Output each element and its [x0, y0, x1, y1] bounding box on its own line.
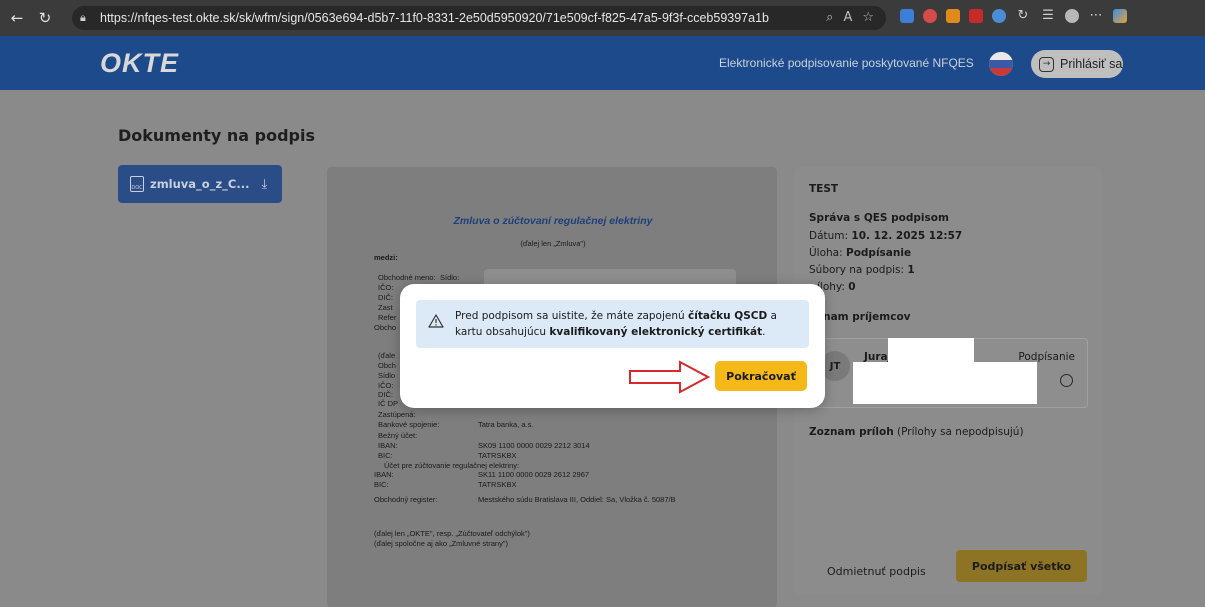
url-text[interactable]: https://nfqes-test.okte.sk/sk/wfm/sign/0…	[100, 11, 769, 25]
browser-toolbar: ← ↻ 🔒︎ https://nfqes-test.okte.sk/sk/wfm…	[0, 0, 1205, 36]
files-value: 1	[907, 264, 915, 276]
login-button[interactable]: → Prihlásiť sa	[1031, 50, 1123, 78]
favorite-icon[interactable]: ☆	[862, 10, 874, 25]
download-icon[interactable]: ⤓	[261, 177, 267, 192]
files-row: Súbory na podpis: 1	[809, 264, 915, 276]
info-alert: Pred podpisom sa uistite, že máte zapoje…	[416, 300, 809, 348]
document-title: Zmluva o zúčtovaní regulačnej elektriny	[453, 215, 653, 227]
profile-avatar-icon[interactable]	[1065, 8, 1079, 23]
date-label: Dátum:	[809, 230, 849, 242]
environment-label: TEST	[809, 183, 839, 195]
task-value: Podpísanie	[846, 247, 912, 259]
attachments-list-heading: Zoznam príloh (Prílohy sa nepodpisujú)	[809, 426, 1024, 438]
document-text: IBAN:	[378, 441, 398, 450]
read-aloud-icon[interactable]: A	[843, 10, 852, 25]
alert-message: Pred podpisom sa uistite, že máte zapoje…	[455, 310, 777, 338]
document-text: Zast	[378, 303, 393, 312]
attachments-heading: Zoznam príloh	[809, 426, 894, 438]
document-text: Refer	[378, 313, 397, 322]
document-text: IBAN:	[374, 470, 394, 479]
document-text: SK09 1100 0000 0029 2212 3014	[478, 441, 590, 450]
document-text: BIC:	[374, 480, 389, 489]
service-description: Elektronické podpisovanie poskytované NF…	[719, 56, 974, 70]
extension-icon[interactable]	[946, 8, 960, 23]
document-subtitle: (ďalej len „Zmluva")	[520, 239, 586, 248]
document-text: Účet pre zúčtovanie regulačnej elektriny…	[384, 461, 520, 470]
extension-icon[interactable]	[923, 8, 937, 23]
document-text: Tatra banka, a.s.	[478, 420, 534, 429]
warning-icon	[428, 314, 444, 328]
document-text: SK11 1100 0000 0029 2612 2967	[478, 470, 590, 479]
document-text: (ďalej spoločne aj ako „Zmluvné strany")	[374, 539, 508, 548]
date-value: 10. 12. 2025 12:57	[851, 230, 963, 242]
document-text: Obchodný register:	[374, 495, 438, 504]
document-tab-label: zmluva_o_z_C...	[150, 177, 250, 191]
document-text: Sídlo:	[440, 273, 460, 282]
document-text: BIC:	[378, 451, 393, 460]
document-tab[interactable]: DOC zmluva_o_z_C... ⤓	[118, 165, 282, 203]
document-text: Bankové spojenie:	[378, 420, 440, 429]
extension-icon[interactable]	[900, 8, 914, 23]
lock-icon: 🔒︎	[80, 11, 86, 24]
task-label: Úloha:	[809, 247, 843, 259]
login-label: Prihlásiť sa	[1060, 57, 1123, 71]
document-text: medzi:	[374, 253, 398, 262]
document-text: (ďale	[378, 351, 396, 360]
document-file-icon: DOC	[130, 176, 144, 192]
page-title: Dokumenty na podpis	[118, 126, 315, 145]
document-text: Bežný účet:	[378, 431, 418, 440]
login-icon: →	[1039, 56, 1054, 72]
address-bar[interactable]: 🔒︎ https://nfqes-test.okte.sk/sk/wfm/sig…	[72, 6, 886, 30]
document-text: Obcho	[374, 323, 397, 332]
app-header: OKTE Elektronické podpisovanie poskytova…	[0, 36, 1205, 90]
recipient-status-radio[interactable]	[1060, 374, 1073, 387]
back-icon[interactable]: ←	[6, 7, 28, 29]
reject-signature-button[interactable]: Odmietnuť podpis	[827, 565, 926, 578]
task-row: Úloha: Podpísanie	[809, 247, 911, 259]
document-text: IČO:	[378, 283, 394, 292]
attachments-value: 0	[848, 281, 856, 293]
continue-button[interactable]: Pokračovať	[715, 361, 807, 391]
copilot-icon[interactable]	[1113, 8, 1127, 23]
document-text: Zastúpená:	[378, 410, 416, 419]
document-text: Obch	[378, 361, 396, 370]
document-text: IČO:	[378, 381, 394, 390]
files-label: Súbory na podpis:	[809, 264, 905, 276]
extension-icon[interactable]	[992, 8, 1006, 23]
more-icon[interactable]: ⋯	[1088, 8, 1104, 23]
favorites-icon[interactable]: ☰	[1040, 8, 1056, 23]
extension-icon[interactable]	[969, 8, 983, 23]
recipients-heading: znam príjemcov	[817, 311, 911, 323]
sign-all-button[interactable]: Podpísať všetko	[956, 550, 1087, 582]
attachments-note: (Prílohy sa nepodpisujú)	[897, 426, 1024, 438]
zoom-icon[interactable]: ⌕	[826, 10, 833, 25]
document-text: Sídlo	[378, 371, 396, 380]
document-text: DIČ:	[378, 390, 393, 399]
document-text: TATRSKBX	[478, 480, 517, 489]
document-text: IČ DP	[378, 399, 399, 408]
document-text: Obchodné meno:	[378, 273, 436, 282]
message-title: Správa s QES podpisom	[809, 212, 949, 224]
refresh-icon[interactable]: ↻	[34, 7, 56, 29]
redaction-box	[853, 362, 1037, 404]
document-text: (ďalej len „OKTE", resp. „Zúčtovateľ odc…	[374, 529, 530, 538]
annotation-arrow-icon	[629, 360, 710, 394]
refresh-extension-icon[interactable]: ↻	[1015, 8, 1031, 23]
document-text: Mestského súdu Bratislava III, Oddiel: S…	[478, 495, 676, 504]
slovak-flag-icon[interactable]	[989, 52, 1013, 76]
okte-logo[interactable]: OKTE	[100, 48, 179, 79]
document-text: TATRSKBX	[478, 451, 517, 460]
date-row: Dátum: 10. 12. 2025 12:57	[809, 230, 962, 242]
document-text: DIČ:	[378, 293, 393, 302]
qscd-warning-dialog: Pred podpisom sa uistite, že máte zapoje…	[400, 284, 825, 408]
